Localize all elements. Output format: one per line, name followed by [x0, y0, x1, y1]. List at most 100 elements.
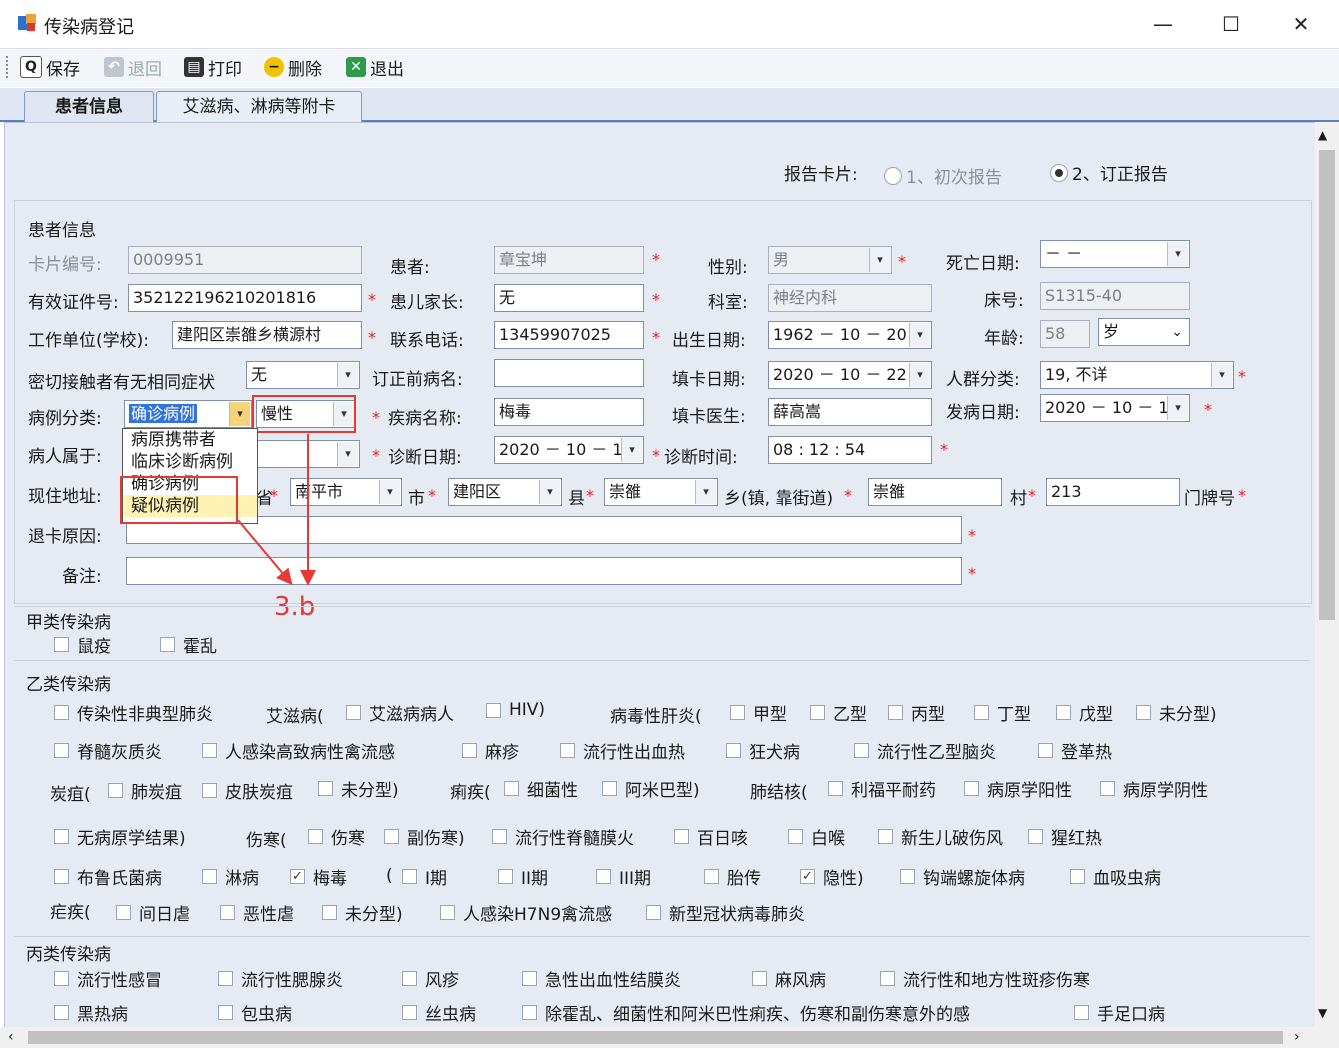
checkbox[interactable]	[1100, 781, 1115, 796]
checkbox[interactable]	[880, 971, 895, 986]
checkbox[interactable]	[54, 1005, 69, 1020]
checkbox[interactable]	[828, 781, 843, 796]
checkbox[interactable]	[788, 829, 803, 844]
checkbox[interactable]	[878, 829, 893, 844]
checkbox[interactable]	[202, 743, 217, 758]
cb-negative[interactable]: 病原学阴性	[1100, 776, 1208, 801]
cb-encephalitis[interactable]: 流行性乙型脑炎	[854, 738, 996, 763]
horizontal-scroll-thumb[interactable]	[28, 1031, 1283, 1044]
cb-sars[interactable]: 传染性非典型肺炎	[54, 700, 213, 725]
checkbox[interactable]	[54, 829, 69, 844]
cb-no-result[interactable]: 无病原学结果)	[54, 824, 186, 849]
cb-latent[interactable]: ✓ 隐性)	[800, 864, 864, 889]
checkbox[interactable]	[522, 971, 537, 986]
checkbox[interactable]	[726, 743, 741, 758]
cb-hep-a[interactable]: 甲型	[730, 700, 787, 725]
checkbox[interactable]	[1070, 869, 1085, 884]
cb-hep-unknown[interactable]: 未分型)	[1136, 700, 1217, 725]
cb-h7n9[interactable]: 人感染H7N9禽流感	[440, 900, 612, 925]
cb-brucellosis[interactable]: 布鲁氏菌病	[54, 864, 162, 889]
cb-other-diarrhea[interactable]: 除霍乱、细菌性和阿米巴性痢疾、伤寒和副伤寒意外的感	[522, 1000, 970, 1025]
checkbox[interactable]	[522, 1005, 537, 1020]
cb-hep-c[interactable]: 丙型	[888, 700, 945, 725]
cb-bacterial[interactable]: 细菌性	[504, 776, 578, 801]
cb-leptospirosis[interactable]: 钩端螺旋体病	[900, 864, 1025, 889]
checkbox[interactable]	[322, 905, 337, 920]
cb-typhoid[interactable]: 伤寒	[308, 824, 365, 849]
checkbox[interactable]	[602, 781, 617, 796]
checkbox[interactable]	[730, 705, 745, 720]
cb-leprosy[interactable]: 麻风病	[752, 966, 826, 991]
checkbox[interactable]	[218, 1005, 233, 1020]
checkbox[interactable]	[220, 905, 235, 920]
cb-filariasis[interactable]: 丝虫病	[402, 1000, 476, 1025]
cb-cholera[interactable]: 霍乱	[160, 632, 217, 657]
cb-plague[interactable]: 鼠疫	[54, 632, 111, 657]
checkbox[interactable]	[202, 869, 217, 884]
checkbox[interactable]	[402, 869, 417, 884]
checkbox[interactable]	[202, 783, 217, 798]
scroll-left-icon[interactable]: ‹	[8, 1029, 14, 1045]
vertical-scroll-thumb[interactable]	[1319, 150, 1335, 620]
scroll-right-icon[interactable]: ›	[1294, 1029, 1300, 1045]
cb-polio[interactable]: 脊髓灰质炎	[54, 738, 162, 763]
checkbox[interactable]	[1136, 705, 1151, 720]
checkbox[interactable]	[486, 702, 501, 718]
cb-skin-anthrax[interactable]: 皮肤炭疽	[202, 778, 293, 803]
checkbox[interactable]	[440, 905, 455, 920]
cb-pertussis[interactable]: 百日咳	[674, 824, 748, 849]
checkbox[interactable]	[402, 971, 417, 986]
cb-schistosomiasis[interactable]: 血吸虫病	[1070, 864, 1161, 889]
cb-hep-e[interactable]: 戊型	[1056, 700, 1113, 725]
cb-gonorrhea[interactable]: 淋病	[202, 864, 259, 889]
checkbox[interactable]	[492, 829, 507, 844]
checkbox[interactable]	[218, 971, 233, 986]
cb-stage-3[interactable]: III期	[596, 864, 651, 889]
checkbox[interactable]	[646, 905, 661, 920]
checkbox[interactable]	[674, 829, 689, 844]
checkbox[interactable]	[810, 705, 825, 720]
checkbox[interactable]	[900, 869, 915, 884]
cb-hfmd[interactable]: 手足口病	[1074, 1000, 1165, 1025]
cb-stage-2[interactable]: II期	[498, 864, 548, 889]
checkbox[interactable]	[560, 743, 575, 758]
checkbox[interactable]	[888, 705, 903, 720]
checkbox[interactable]	[54, 705, 69, 720]
checkbox[interactable]	[964, 781, 979, 796]
scroll-up-icon[interactable]: ▲	[1318, 128, 1327, 142]
checkbox[interactable]	[384, 829, 399, 844]
cb-kala-azar[interactable]: 黑热病	[54, 1000, 128, 1025]
cb-influenza[interactable]: 流行性感冒	[54, 966, 162, 991]
cb-positive[interactable]: 病原学阳性	[964, 776, 1072, 801]
cb-lung-anthrax[interactable]: 肺炭疽	[108, 778, 182, 803]
checkbox[interactable]	[704, 869, 719, 884]
checkbox[interactable]	[54, 637, 69, 652]
cb-rifampicin[interactable]: 利福平耐药	[828, 776, 936, 801]
cb-aids-patient[interactable]: 艾滋病病人	[346, 700, 454, 725]
cb-neonatal-tetanus[interactable]: 新生儿破伤风	[878, 824, 1003, 849]
checkbox[interactable]	[854, 743, 869, 758]
cb-meningitis[interactable]: 流行性脊髓膜火	[492, 824, 634, 849]
checkbox[interactable]	[346, 705, 361, 720]
checkbox[interactable]	[752, 971, 767, 986]
cb-hep-b[interactable]: 乙型	[810, 700, 867, 725]
checkbox[interactable]	[462, 743, 477, 758]
checkbox[interactable]	[498, 869, 513, 884]
cb-amoebic[interactable]: 阿米巴型)	[602, 776, 700, 801]
cb-conjunctivitis[interactable]: 急性出血性结膜炎	[522, 966, 681, 991]
checkbox[interactable]	[1038, 743, 1053, 758]
checkbox[interactable]	[596, 869, 611, 884]
checkbox[interactable]	[1074, 1005, 1089, 1020]
checkbox[interactable]	[116, 905, 131, 920]
checkbox[interactable]	[402, 1005, 417, 1020]
cb-malaria-unknown[interactable]: 未分型)	[322, 900, 403, 925]
checkbox[interactable]	[504, 781, 519, 796]
checkbox[interactable]	[54, 869, 69, 884]
cb-anthrax-unknown[interactable]: 未分型)	[318, 776, 399, 801]
checkbox[interactable]	[160, 637, 175, 652]
cb-hiv[interactable]: HIV)	[486, 700, 545, 720]
cb-measles[interactable]: 麻疹	[462, 738, 519, 763]
cb-falciparum[interactable]: 恶性虐	[220, 900, 294, 925]
cb-syphilis[interactable]: ✓ 梅毒	[290, 864, 347, 889]
cb-tertian[interactable]: 间日虐	[116, 900, 190, 925]
